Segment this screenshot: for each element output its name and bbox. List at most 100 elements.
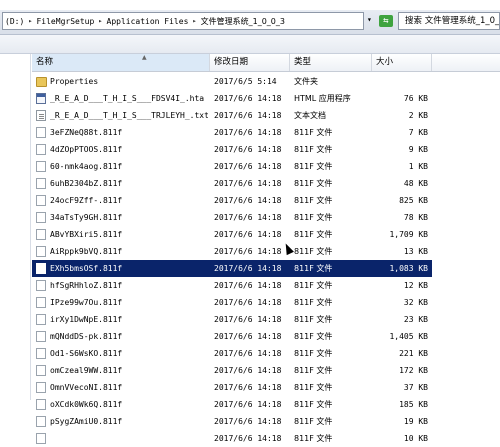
- command-toolbar: [0, 35, 500, 54]
- file-date: 2017/6/6 14:18: [214, 417, 282, 426]
- file-icon: [36, 331, 46, 342]
- file-size: 1,083 KB: [389, 264, 428, 273]
- file-type: 811F 文件: [294, 434, 333, 443]
- file-date: 2017/6/6 14:18: [214, 213, 282, 222]
- list-item[interactable]: omCzeal9WW.811f 2017/6/6 14:18 811F 文件 172 …: [32, 362, 432, 379]
- text-file-icon: [36, 110, 46, 121]
- file-size: 825 KB: [399, 196, 428, 205]
- list-item[interactable]: ABvYBXiri5.811f 2017/6/6 14:18 811F 文件 1,70…: [32, 226, 432, 243]
- file-name: AiRppk9bVQ.811f: [50, 247, 123, 256]
- file-name: Od1-S6WsKO.811f: [50, 349, 123, 358]
- column-header-type[interactable]: 类型: [290, 54, 372, 71]
- file-name: 6uhB2304bZ.811f: [50, 179, 123, 188]
- list-item[interactable]: irXy1DwNpE.811f 2017/6/6 14:18 811F 文件 23 K…: [32, 311, 432, 328]
- list-item[interactable]: 3eFZNeQ88t.811f 2017/6/6 14:18 811F 文件 7 KB: [32, 124, 432, 141]
- file-icon: [36, 246, 46, 257]
- list-item[interactable]: oXCdk0Wk6Q.811f 2017/6/6 14:18 811F 文件 185 …: [32, 396, 432, 413]
- list-item[interactable]: 60-nmk4aog.811f 2017/6/6 14:18 811F 文件 1 KB: [32, 158, 432, 175]
- file-icon: [36, 314, 46, 325]
- file-date: 2017/6/6 14:18: [214, 332, 282, 341]
- file-date: 2017/6/6 14:18: [214, 94, 282, 103]
- file-icon: [36, 161, 46, 172]
- breadcrumb-application-files[interactable]: Application Files: [105, 17, 191, 26]
- folder-icon: [36, 77, 47, 87]
- file-date: 2017/6/6 14:18: [214, 281, 282, 290]
- file-name: IPze99w7Ou.811f: [50, 298, 123, 307]
- file-icon: [36, 348, 46, 359]
- navigation-pane[interactable]: [0, 54, 31, 400]
- column-header: ▲ 名称 修改日期 类型 大小: [32, 54, 500, 72]
- file-size: 221 KB: [399, 349, 428, 358]
- refresh-icon[interactable]: ⇆: [379, 15, 393, 27]
- file-size: 48 KB: [403, 179, 428, 188]
- chevron-right-icon[interactable]: ▸: [190, 17, 198, 25]
- file-icon: [36, 280, 46, 291]
- file-type: 811F 文件: [294, 332, 333, 341]
- file-size: 172 KB: [399, 366, 428, 375]
- file-size: 76 KB: [403, 94, 428, 103]
- file-type: 811F 文件: [294, 315, 333, 324]
- file-size: 23 KB: [403, 315, 428, 324]
- file-size: 32 KB: [403, 298, 428, 307]
- list-item[interactable]: hfSgRHhloZ.811f 2017/6/6 14:18 811F 文件 12 K…: [32, 277, 432, 294]
- list-item[interactable]: _R_E_A_D___T_H_I_S___FDSV4I_.hta 2017/6/6…: [32, 90, 432, 107]
- chevron-right-icon[interactable]: ▸: [96, 17, 104, 25]
- file-date: 2017/6/6 14:18: [214, 264, 282, 273]
- list-item[interactable]: pSygZAmiU0.811f 2017/6/6 14:18 811F 文件 19 K…: [32, 413, 432, 430]
- file-size: 1,709 KB: [389, 230, 428, 239]
- file-icon: [36, 365, 46, 376]
- file-icon: [36, 229, 46, 240]
- file-icon: [36, 178, 46, 189]
- file-date: 2017/6/6 14:18: [214, 145, 282, 154]
- file-icon: [36, 144, 46, 155]
- file-icon: [36, 416, 46, 427]
- column-name-label: 名称: [36, 57, 54, 67]
- file-size: 13 KB: [403, 247, 428, 256]
- file-icon: [36, 212, 46, 223]
- column-header-date[interactable]: 修改日期: [210, 54, 290, 71]
- hta-file-icon: [36, 93, 46, 104]
- list-item[interactable]: 24ocF9Zff-.811f 2017/6/6 14:18 811F 文件 825 …: [32, 192, 432, 209]
- list-item[interactable]: 2017/6/6 14:18 811F 文件 10 KB: [32, 430, 432, 447]
- breadcrumb-current-folder[interactable]: 文件管理系统_1_0_0_3: [199, 16, 287, 27]
- file-date: 2017/6/6 14:18: [214, 349, 282, 358]
- list-item[interactable]: EXh5bmsOSf.811f 2017/6/6 14:18 811F 文件 1,08…: [32, 260, 432, 277]
- file-type: 文件夹: [294, 77, 318, 86]
- breadcrumb-filemgrsetup[interactable]: FileMgrSetup: [34, 17, 96, 26]
- file-type: 811F 文件: [294, 247, 333, 256]
- column-header-name[interactable]: ▲ 名称: [32, 54, 210, 71]
- list-item[interactable]: IPze99w7Ou.811f 2017/6/6 14:18 811F 文件 32 K…: [32, 294, 432, 311]
- file-icon: [36, 433, 46, 444]
- list-item[interactable]: AiRppk9bVQ.811f 2017/6/6 14:18 811F 文件 13 K…: [32, 243, 432, 260]
- list-item[interactable]: 6uhB2304bZ.811f 2017/6/6 14:18 811F 文件 48 K…: [32, 175, 432, 192]
- file-name: oXCdk0Wk6Q.811f: [50, 400, 123, 409]
- list-item[interactable]: Properties 2017/6/5 5:14 文件夹: [32, 73, 432, 90]
- file-name: [50, 430, 208, 447]
- list-item[interactable]: 4dZOpPTOOS.811f 2017/6/6 14:18 811F 文件 9 KB: [32, 141, 432, 158]
- file-size: 78 KB: [403, 213, 428, 222]
- file-size: 185 KB: [399, 400, 428, 409]
- list-item[interactable]: Od1-S6WsKO.811f 2017/6/6 14:18 811F 文件 221 …: [32, 345, 432, 362]
- list-item[interactable]: _R_E_A_D___T_H_I_S___TRJLEYH_.txt 2017/6/…: [32, 107, 432, 124]
- file-size: 9 KB: [408, 145, 428, 154]
- file-name: 60-nmk4aog.811f: [50, 162, 123, 171]
- file-size: 1,405 KB: [389, 332, 428, 341]
- breadcrumb-drive[interactable]: (D:): [3, 17, 26, 26]
- chevron-right-icon[interactable]: ▸: [26, 17, 34, 25]
- list-item[interactable]: OmnVVecoNI.811f 2017/6/6 14:18 811F 文件 37 K…: [32, 379, 432, 396]
- list-item[interactable]: 34aTsTy9GH.811f 2017/6/6 14:18 811F 文件 78 K…: [32, 209, 432, 226]
- file-type: 811F 文件: [294, 230, 333, 239]
- file-date: 2017/6/6 14:18: [214, 111, 282, 120]
- column-header-size[interactable]: 大小: [372, 54, 432, 71]
- file-date: 2017/6/6 14:18: [214, 400, 282, 409]
- file-name: EXh5bmsOSf.811f: [50, 264, 123, 273]
- address-history-dropdown-icon[interactable]: ▾: [367, 15, 372, 24]
- file-type: 811F 文件: [294, 400, 333, 409]
- list-item[interactable]: mQNddDS-pk.811f 2017/6/6 14:18 811F 文件 1,40…: [32, 328, 432, 345]
- file-name: 34aTsTy9GH.811f: [50, 213, 123, 222]
- file-type: 811F 文件: [294, 213, 333, 222]
- file-size: 7 KB: [408, 128, 428, 137]
- address-bar[interactable]: (D:) ▸ FileMgrSetup ▸ Application Files …: [2, 12, 364, 30]
- search-input[interactable]: 搜索 文件管理系统_1_0_0_3: [398, 12, 500, 30]
- file-size: [372, 73, 428, 90]
